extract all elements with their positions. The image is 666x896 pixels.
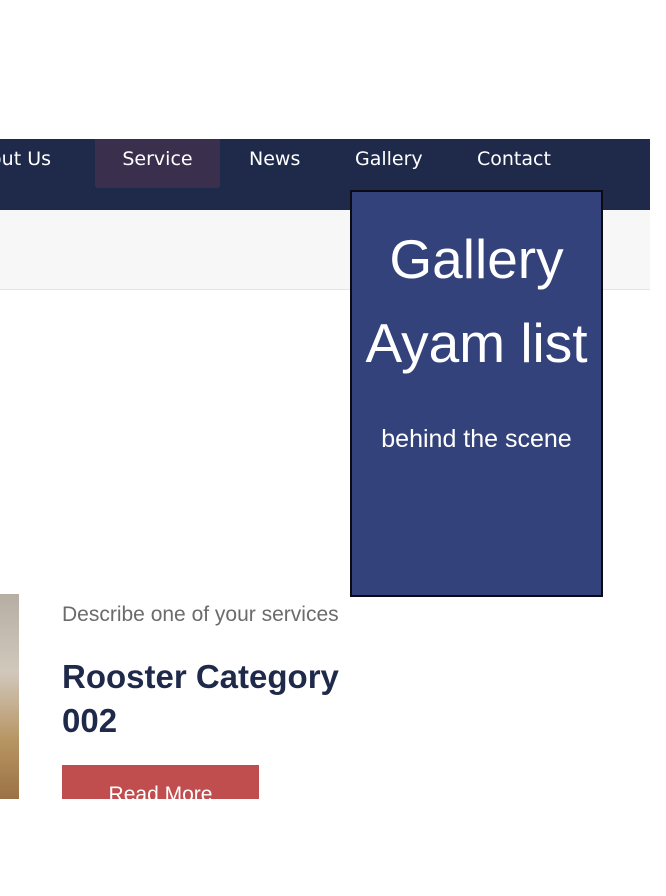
nav-item-contact[interactable]: Contact [477,139,551,188]
service-title: Rooster Category 002 [62,658,339,739]
nav-item-news[interactable]: News [249,139,300,188]
nav-item-service[interactable]: Service [95,139,220,188]
read-more-button[interactable]: Read More [62,765,259,799]
read-more-clip: Read More [62,765,259,799]
service-image [0,594,19,799]
dropdown-item-behind-the-scene[interactable]: behind the scene [352,423,601,455]
dropdown-item-ayam-list[interactable]: Ayam list [352,310,601,376]
gallery-dropdown-menu[interactable]: Gallery Ayam list behind the scene [350,190,603,597]
dropdown-item-gallery[interactable]: Gallery [352,226,601,292]
nav-item-about-us[interactable]: bout Us [0,139,51,188]
service-description: Describe one of your services [62,603,339,626]
nav-item-gallery[interactable]: Gallery [355,139,423,188]
